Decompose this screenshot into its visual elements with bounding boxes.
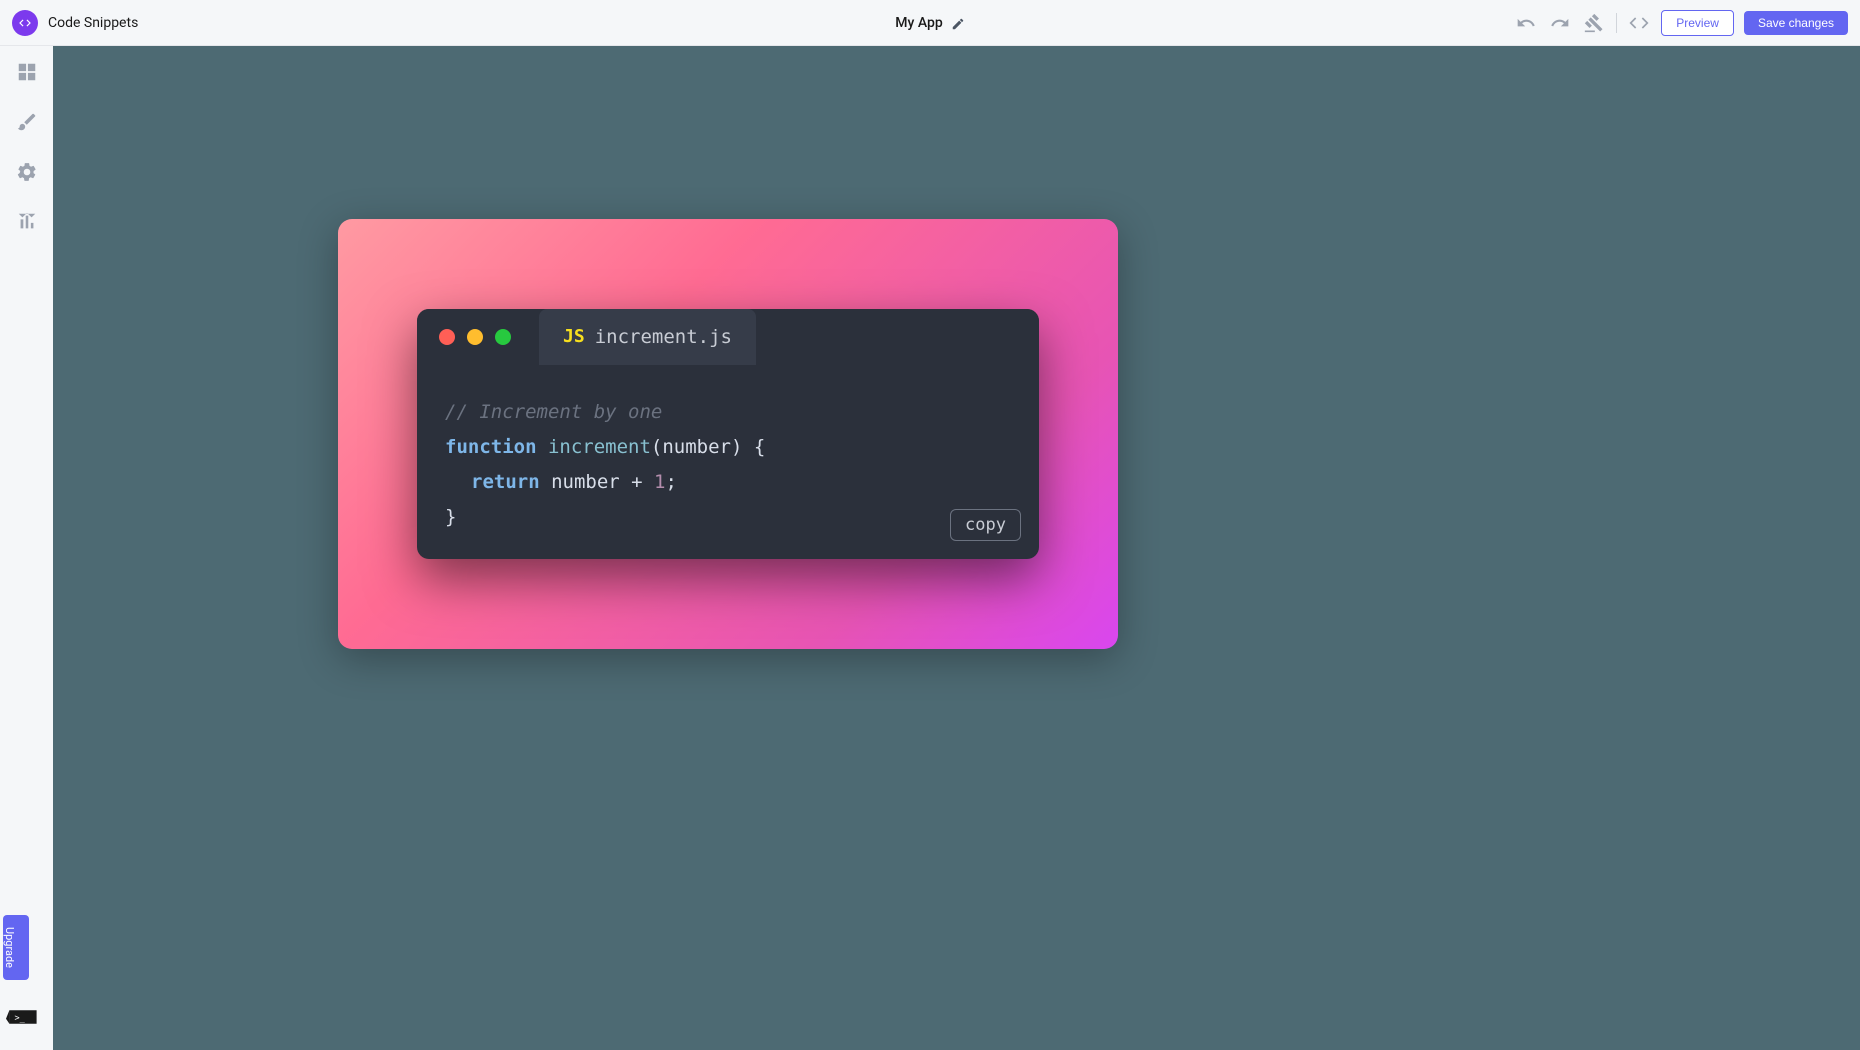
topbar: Code Snippets My App Preview Save change… — [0, 0, 1860, 46]
upgrade-button[interactable]: Upgrade — [3, 915, 29, 980]
code-line: function increment(number) { — [445, 430, 1011, 465]
app-logo[interactable] — [12, 10, 38, 36]
save-button[interactable]: Save changes — [1744, 11, 1848, 35]
sidebar: Upgrade >_ — [0, 46, 53, 1050]
brush-icon[interactable] — [15, 110, 39, 134]
copy-button[interactable]: copy — [950, 509, 1021, 541]
code-body[interactable]: // Increment by one function increment(n… — [417, 365, 1039, 560]
terminal-icon[interactable]: >_ — [6, 1006, 40, 1032]
divider — [1616, 13, 1617, 33]
topbar-center: My App — [624, 15, 1236, 31]
window-tabs: JS increment.js — [417, 309, 1039, 365]
tab-filename: increment.js — [595, 326, 732, 348]
expand-dot-icon — [495, 329, 511, 345]
file-tab[interactable]: JS increment.js — [539, 309, 756, 365]
traffic-lights — [417, 329, 533, 345]
code-comment: // Increment by one — [445, 401, 662, 423]
topbar-right: Preview Save changes — [1236, 10, 1848, 36]
js-badge: JS — [563, 326, 585, 347]
code-line: return number + 1; — [445, 465, 1011, 500]
product-label: Code Snippets — [48, 15, 138, 31]
app-name: My App — [895, 15, 942, 31]
analytics-icon[interactable] — [15, 210, 39, 234]
redo-icon[interactable] — [1548, 11, 1572, 35]
snippet-card: JS increment.js // Increment by one func… — [338, 219, 1118, 649]
code-window: JS increment.js // Increment by one func… — [417, 309, 1039, 560]
code-icon — [18, 16, 32, 30]
undo-icon[interactable] — [1514, 11, 1538, 35]
svg-text:>_: >_ — [14, 1013, 25, 1023]
topbar-left: Code Snippets — [12, 10, 624, 36]
canvas[interactable]: JS increment.js // Increment by one func… — [53, 46, 1860, 1050]
preview-button[interactable]: Preview — [1661, 10, 1734, 36]
minimize-dot-icon — [467, 329, 483, 345]
edit-icon[interactable] — [951, 16, 965, 30]
gavel-icon[interactable] — [1582, 11, 1606, 35]
code-line: // Increment by one — [445, 395, 1011, 430]
code-line: } — [445, 500, 1011, 535]
data-icon[interactable] — [15, 60, 39, 84]
gear-icon[interactable] — [15, 160, 39, 184]
code-toggle-icon[interactable] — [1627, 11, 1651, 35]
close-dot-icon — [439, 329, 455, 345]
